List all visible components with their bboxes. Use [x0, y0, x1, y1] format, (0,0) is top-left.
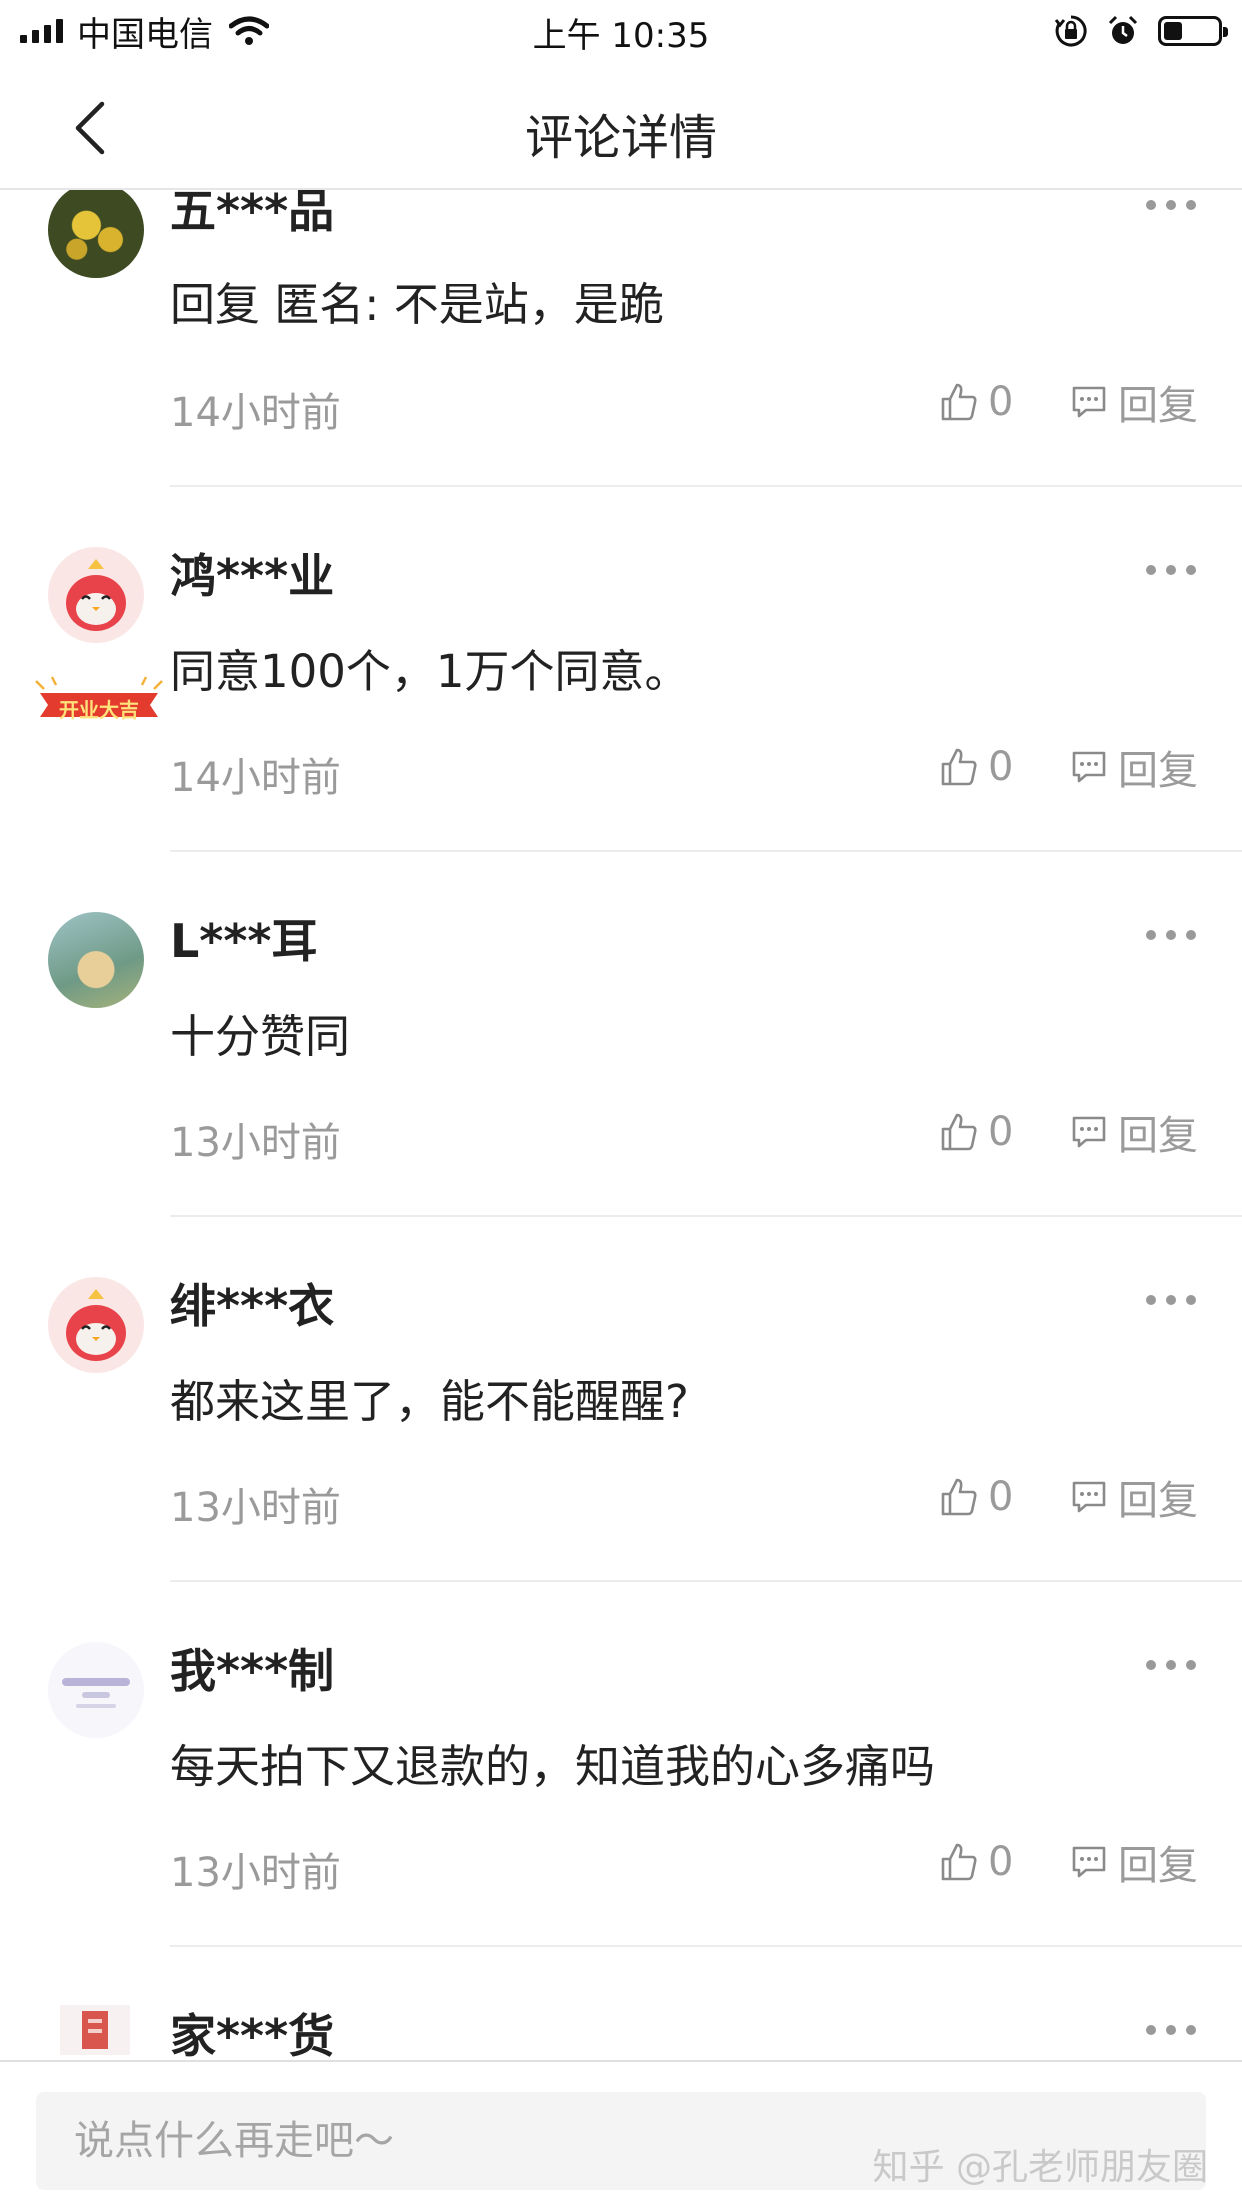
username[interactable]: 绯***衣 — [170, 1270, 334, 1336]
battery-level — [1164, 22, 1182, 40]
mascot-avatar-icon — [66, 559, 126, 631]
username[interactable]: 家***货 — [170, 2000, 334, 2060]
battery-icon — [1158, 16, 1228, 46]
shop-logo-avatar-icon — [82, 2011, 108, 2049]
page-title: 评论详情 — [524, 110, 717, 166]
comment-input-bar: 知乎 @孔老师朋友圈 — [0, 2060, 1242, 2208]
comment-text: 同意100个，1万个同意。 — [170, 645, 690, 698]
comment-item: 五***品 回复 匿名: 不是站，是跪 14小时前 0 回复 — [0, 190, 1242, 487]
watermark: 知乎 @孔老师朋友圈 — [872, 2147, 1208, 2188]
comment-text: 十分赞同 — [170, 1010, 351, 1063]
badge-text: 开业大吉 — [59, 698, 139, 722]
more-options-button[interactable] — [1146, 1280, 1196, 1320]
username[interactable]: L***耳 — [170, 905, 317, 971]
orientation-lock-icon — [1054, 15, 1087, 47]
comment-text: 都来这里了，能不能醒醒? — [170, 1375, 689, 1428]
navigation-bar: 评论详情 — [0, 62, 1242, 190]
username[interactable]: 五***品 — [170, 190, 334, 241]
comment-item: 家***货 — [0, 1840, 1242, 2060]
more-options-button[interactable] — [1146, 550, 1196, 590]
avatar[interactable] — [48, 1277, 144, 1373]
more-options-button[interactable] — [1146, 2010, 1196, 2050]
avatar[interactable] — [48, 1642, 144, 1738]
comment-item: 绯***衣 都来这里了，能不能醒醒? 13小时前 0 回复 — [0, 1110, 1242, 1582]
mascot-avatar-icon — [66, 1289, 126, 1361]
alarm-icon — [1108, 15, 1138, 44]
more-options-button[interactable] — [1146, 915, 1196, 955]
more-options-button[interactable] — [1146, 1645, 1196, 1685]
avatar[interactable] — [48, 190, 144, 278]
comment-item: 鸿***业 同意100个，1万个同意。 14小时前 0 回复 — [0, 380, 1242, 852]
avatar-badge: 开业大吉 — [34, 675, 164, 725]
avatar[interactable] — [48, 547, 144, 643]
username[interactable]: 鸿***业 — [170, 540, 334, 606]
username[interactable]: 我***制 — [170, 1635, 334, 1701]
comment-text: 回复 匿名: 不是站，是跪 — [170, 278, 664, 331]
avatar[interactable] — [60, 2005, 130, 2055]
avatar[interactable] — [48, 912, 144, 1008]
more-options-button[interactable] — [1146, 190, 1196, 225]
comment-item: 开业大吉 L***耳 十分赞同 13小时前 0 回复 — [0, 676, 1242, 1217]
comment-item: 我***制 每天拍下又退款的，知道我的心多痛吗 13小时前 0 回复 — [0, 1475, 1242, 1947]
status-right — [1054, 12, 1228, 50]
text-logo-avatar-icon — [62, 1678, 130, 1708]
comment-text: 每天拍下又退款的，知道我的心多痛吗 — [170, 1740, 936, 1793]
comment-list[interactable]: 五***品 回复 匿名: 不是站，是跪 14小时前 0 回复 鸿***业 同意1… — [0, 190, 1242, 2060]
status-bar: 中国电信 上午 10:35 — [0, 0, 1242, 62]
